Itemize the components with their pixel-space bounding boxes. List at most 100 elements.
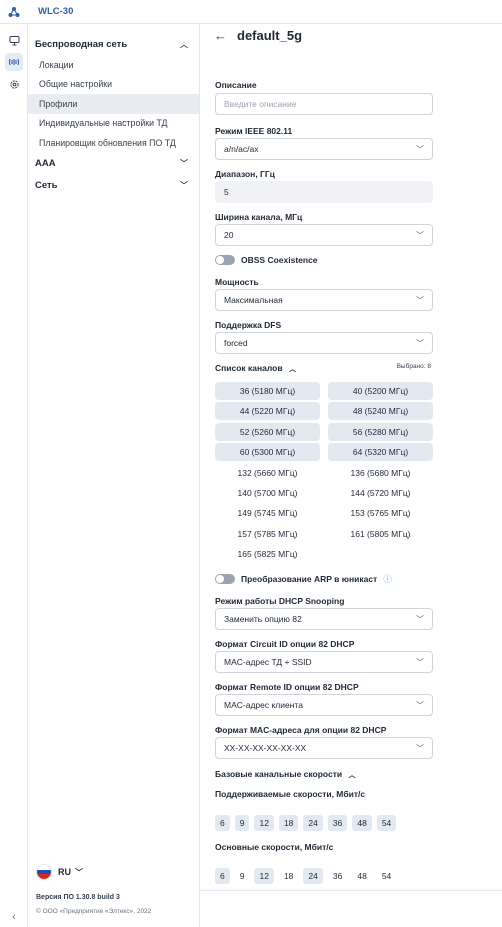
chevron-down-icon: ﹀ bbox=[180, 181, 188, 190]
rate-chip[interactable]: 24 bbox=[303, 868, 323, 884]
rate-chip[interactable]: 54 bbox=[376, 815, 397, 831]
basic-rates-label: Основные скорости, Мбит/с bbox=[215, 842, 334, 852]
rate-chip[interactable]: 24 bbox=[303, 815, 323, 831]
rate-chip[interactable]: 48 bbox=[352, 868, 371, 884]
collapse-sidebar-icon[interactable]: ‹ bbox=[0, 911, 28, 923]
channel-row: 165 (5825 МГц) bbox=[215, 545, 433, 563]
rate-chip[interactable]: 6 bbox=[215, 868, 230, 884]
page-title: default_5g bbox=[237, 28, 303, 43]
sidebar-item-label: Планировщик обновления ПО ТД bbox=[39, 137, 176, 148]
ieee-mode-select[interactable]: a/n/ac/ax ﹀ bbox=[215, 138, 433, 160]
sidebar-section-aaa[interactable]: AAA ﹀ bbox=[28, 153, 199, 175]
dfs-label: Поддержка DFS bbox=[215, 320, 282, 330]
channel-chip[interactable]: 44 (5220 МГц) bbox=[215, 402, 320, 421]
channel-width-select[interactable]: 20 ﹀ bbox=[215, 224, 433, 246]
supported-rates-label: Поддерживаемые скорости, Мбит/с bbox=[215, 789, 366, 799]
info-icon[interactable]: ⓘ bbox=[383, 573, 392, 585]
rate-chip[interactable]: 9 bbox=[234, 815, 250, 831]
chevron-down-icon: ﹀ bbox=[416, 700, 424, 710]
back-arrow-icon[interactable]: ← bbox=[214, 28, 227, 43]
rate-chip[interactable]: 9 bbox=[235, 868, 250, 884]
channel-chip[interactable]: 165 (5825 МГц) bbox=[215, 545, 320, 563]
channel-chip[interactable]: 161 (5805 МГц) bbox=[328, 525, 433, 543]
obss-label: OBSS Coexistence bbox=[241, 255, 318, 265]
bottom-divider bbox=[200, 890, 502, 891]
gear-icon[interactable] bbox=[0, 73, 28, 95]
sidebar-item-ap-individual-settings[interactable]: Индивидуальные настройки ТД bbox=[28, 114, 199, 134]
channel-list-toggle[interactable]: Список каналов ︿ bbox=[215, 363, 296, 374]
channel-row: 52 (5260 МГц) 56 (5280 МГц) bbox=[215, 422, 433, 441]
channel-row: 132 (5660 МГц) 136 (5680 МГц) bbox=[215, 464, 433, 482]
dfs-select[interactable]: forced ﹀ bbox=[215, 332, 433, 354]
sidebar-section-wireless[interactable]: Беспроводная сеть ︿ bbox=[28, 33, 199, 55]
remote-id-select[interactable]: MAC-адрес клиента ﹀ bbox=[215, 694, 433, 716]
language-label: RU bbox=[58, 867, 71, 877]
mac-format-select[interactable]: XX-XX-XX-XX-XX-XX ﹀ bbox=[215, 737, 433, 759]
rate-chip[interactable]: 12 bbox=[254, 815, 274, 831]
rate-chip[interactable]: 18 bbox=[279, 868, 298, 884]
section-label: Сеть bbox=[35, 180, 58, 191]
circuit-id-select[interactable]: MAC-адрес ТД + SSID ﹀ bbox=[215, 651, 433, 673]
channel-chip[interactable]: 136 (5680 МГц) bbox=[328, 464, 433, 482]
channel-chip[interactable]: 40 (5200 МГц) bbox=[328, 382, 433, 400]
channel-chip[interactable]: 132 (5660 МГц) bbox=[215, 464, 320, 482]
sidebar-item-general-settings[interactable]: Общие настройки bbox=[28, 75, 199, 95]
language-selector[interactable]: RU ﹀ bbox=[36, 864, 83, 880]
sidebar-item-profiles[interactable]: Профили bbox=[28, 94, 199, 114]
channel-chip[interactable]: 36 (5180 МГц) bbox=[215, 382, 320, 400]
software-version: Версия ПО 1.30.8 build 3 bbox=[36, 894, 120, 901]
sidebar-section-network[interactable]: Сеть ﹀ bbox=[28, 175, 199, 197]
copyright: © ООО «Предприятие «Элтекс», 2022 bbox=[36, 908, 152, 915]
remote-id-value: MAC-адрес клиента bbox=[224, 700, 303, 710]
chevron-up-icon: ︿ bbox=[348, 772, 356, 779]
arp-toggle[interactable] bbox=[215, 574, 235, 584]
channel-chip[interactable]: 149 (5745 МГц) bbox=[215, 504, 320, 522]
ieee-mode-value: a/n/ac/ax bbox=[224, 144, 259, 154]
channel-row: 36 (5180 МГц) 40 (5200 МГц) bbox=[215, 382, 433, 400]
rate-chip[interactable]: 36 bbox=[328, 868, 347, 884]
sidebar-item-ap-firmware-scheduler[interactable]: Планировщик обновления ПО ТД bbox=[28, 133, 199, 153]
wireless-icon[interactable] bbox=[0, 51, 28, 73]
base-rates-toggle[interactable]: Базовые канальные скорости ︿ bbox=[215, 769, 356, 780]
chevron-down-icon: ﹀ bbox=[416, 743, 424, 753]
channel-chip[interactable]: 56 (5280 МГц) bbox=[328, 422, 433, 441]
channel-chip[interactable]: 64 (5320 МГц) bbox=[328, 443, 433, 462]
rate-chip[interactable]: 36 bbox=[327, 815, 348, 831]
main-content: ← default_5g Описание Введите описание Р… bbox=[200, 24, 502, 927]
channel-chip[interactable]: 60 (5300 МГц) bbox=[215, 443, 320, 462]
chevron-down-icon: ﹀ bbox=[416, 338, 424, 348]
channel-chip[interactable]: 48 (5240 МГц) bbox=[328, 402, 433, 421]
remote-id-label: Формат Remote ID опции 82 DHCP bbox=[215, 682, 359, 692]
channel-chip[interactable]: 52 (5260 МГц) bbox=[215, 422, 320, 441]
channel-width-value: 20 bbox=[224, 230, 234, 240]
channel-row: 44 (5220 МГц) 48 (5240 МГц) bbox=[215, 402, 433, 421]
chevron-down-icon: ﹀ bbox=[416, 144, 424, 154]
page-header: ← default_5g bbox=[214, 28, 302, 43]
channel-row: 140 (5700 МГц) 144 (5720 МГц) bbox=[215, 484, 433, 502]
channel-chip[interactable]: 157 (5785 МГц) bbox=[215, 525, 320, 543]
rate-chip[interactable]: 48 bbox=[352, 815, 372, 831]
chevron-down-icon: ﹀ bbox=[416, 230, 424, 240]
app-logo-icon[interactable] bbox=[0, 6, 28, 18]
monitor-icon[interactable] bbox=[0, 29, 28, 51]
channel-row: 149 (5745 МГц) 153 (5765 МГц) bbox=[215, 504, 433, 522]
arp-toggle-row: Преобразование ARP в юникаст ⓘ bbox=[215, 573, 392, 585]
rate-chip[interactable]: 12 bbox=[254, 868, 274, 884]
power-select[interactable]: Максимальная ﹀ bbox=[215, 289, 433, 311]
channel-chip[interactable]: 144 (5720 МГц) bbox=[328, 484, 433, 502]
russia-flag-icon bbox=[36, 864, 52, 880]
rate-chip[interactable]: 18 bbox=[278, 815, 299, 831]
channel-chip[interactable]: 140 (5700 МГц) bbox=[215, 484, 320, 502]
sidebar-item-locations[interactable]: Локации bbox=[28, 55, 199, 75]
arp-label: Преобразование ARP в юникаст bbox=[241, 574, 378, 584]
base-rates-label: Базовые канальные скорости bbox=[215, 769, 343, 779]
obss-toggle[interactable] bbox=[215, 255, 235, 265]
rate-chip[interactable]: 6 bbox=[215, 815, 230, 831]
dhcp-snooping-select[interactable]: Заменить опцию 82 ﹀ bbox=[215, 608, 433, 630]
description-input[interactable]: Введите описание bbox=[215, 93, 433, 115]
channel-row: 60 (5300 МГц) 64 (5320 МГц) bbox=[215, 443, 433, 462]
rate-chip[interactable]: 54 bbox=[377, 868, 396, 884]
chevron-down-icon: ﹀ bbox=[416, 295, 424, 305]
channel-chip[interactable]: 153 (5765 МГц) bbox=[328, 504, 433, 522]
dfs-value: forced bbox=[224, 338, 248, 348]
